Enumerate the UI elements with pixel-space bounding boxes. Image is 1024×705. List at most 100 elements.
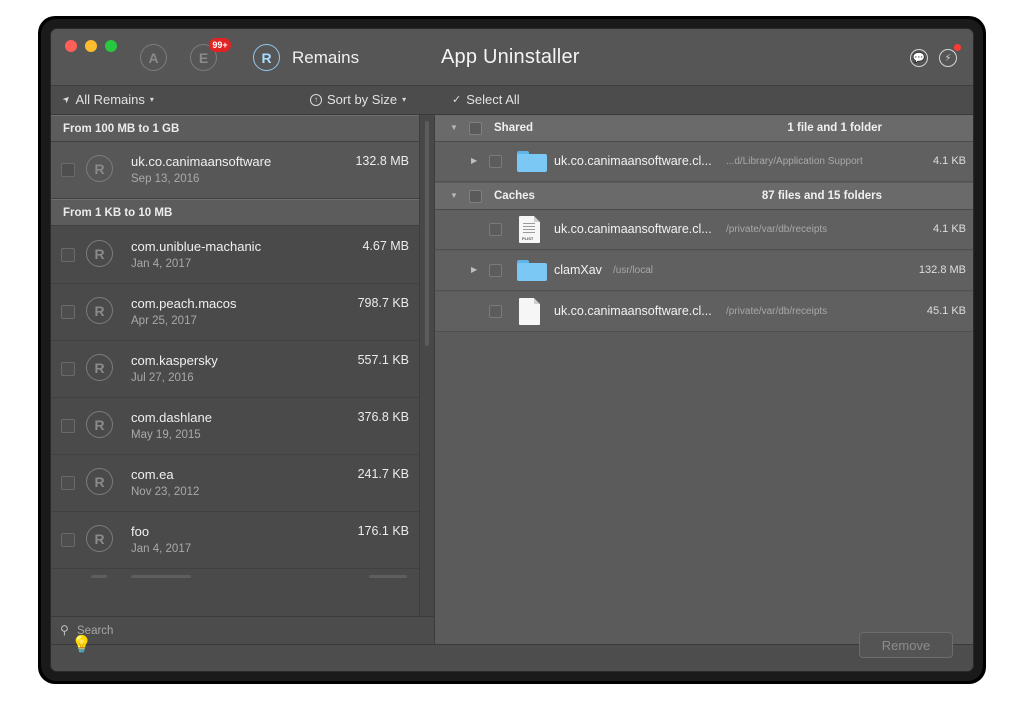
file-name: clamXav: [554, 263, 602, 277]
page-corner: [534, 298, 540, 304]
partial-item-name: [131, 575, 191, 578]
file-row[interactable]: ▶ clamXav /usr/local 132.8 MB: [435, 251, 973, 291]
remains-app-icon: R: [86, 525, 113, 552]
item-checkbox[interactable]: [61, 419, 75, 433]
filter-dropdown[interactable]: ➤ All Remains ▾: [60, 92, 154, 107]
close-window-button[interactable]: [65, 40, 77, 52]
file-checkbox[interactable]: [489, 264, 502, 277]
search-input[interactable]: [77, 622, 417, 639]
list-item[interactable]: R com.ea Nov 23, 2012 241.7 KB: [51, 455, 419, 512]
item-size: 241.7 KB: [357, 467, 409, 481]
remains-app-icon: R: [86, 354, 113, 381]
group-name: Shared: [494, 122, 533, 134]
remains-list: From 100 MB to 1 GB R uk.co.canimaansoft…: [51, 115, 419, 616]
item-name: com.kaspersky: [131, 353, 218, 368]
item-date: Jan 4, 2017: [131, 543, 192, 555]
item-checkbox[interactable]: [61, 533, 75, 547]
list-item[interactable]: R com.uniblue-machanic Jan 4, 2017 4.67 …: [51, 227, 419, 284]
partial-item-size: [369, 575, 407, 578]
list-item[interactable]: R com.dashlane May 19, 2015 376.8 KB: [51, 398, 419, 455]
group-count: 1 file and 1 folder: [787, 122, 882, 134]
lightbulb-icon[interactable]: 💡: [71, 635, 92, 655]
item-checkbox[interactable]: [61, 248, 75, 262]
remove-button[interactable]: Remove: [859, 632, 953, 658]
folder-icon-body: [517, 263, 547, 281]
file-size: 45.1 KB: [926, 305, 966, 317]
applications-tab-icon[interactable]: A: [140, 44, 167, 71]
section-header: From 100 MB to 1 GB: [51, 115, 419, 142]
list-item[interactable]: R com.peach.macos Apr 25, 2017 798.7 KB: [51, 284, 419, 341]
item-date: Apr 25, 2017: [131, 315, 197, 327]
remains-app-icon: R: [86, 297, 113, 324]
folder-icon-body: [517, 154, 547, 172]
folder-icon: [517, 151, 547, 172]
file-row[interactable]: ▶ uk.co.canimaansoftware.cl... ...d/Libr…: [435, 142, 973, 182]
item-checkbox[interactable]: [61, 163, 75, 177]
file-name: uk.co.canimaansoftware.cl...: [554, 154, 712, 168]
window-title: App Uninstaller: [441, 46, 580, 68]
file-checkbox[interactable]: [489, 223, 502, 236]
item-date: Sep 13, 2016: [131, 173, 200, 185]
file-row[interactable]: PLIST uk.co.canimaansoftware.cl... /priv…: [435, 210, 973, 250]
disclosure-down-icon[interactable]: ▼: [450, 123, 458, 132]
section-header: From 1 KB to 10 MB: [51, 199, 419, 226]
remains-app-icon: R: [86, 411, 113, 438]
minimize-window-button[interactable]: [85, 40, 97, 52]
list-item[interactable]: R uk.co.canimaansoftware Sep 13, 2016 13…: [51, 142, 419, 199]
chat-icon[interactable]: 💬: [910, 49, 928, 67]
item-size: 176.1 KB: [357, 524, 409, 538]
item-name: com.uniblue-machanic: [131, 239, 262, 254]
list-item[interactable]: R com.kaspersky Jul 27, 2016 557.1 KB: [51, 341, 419, 398]
scrollbar-thumb[interactable]: [425, 121, 429, 346]
file-size: 132.8 MB: [918, 264, 966, 276]
app-window: A E 99+ R Remains App Uninstaller 💬 ⚡ ➤ …: [51, 29, 973, 671]
remains-app-icon: R: [86, 468, 113, 495]
disclosure-down-icon[interactable]: ▼: [450, 191, 458, 200]
file-checkbox[interactable]: [489, 305, 502, 318]
remains-app-icon: R: [86, 155, 113, 182]
group-checkbox[interactable]: [469, 190, 482, 203]
remains-tab-label[interactable]: Remains: [292, 48, 359, 68]
sort-dropdown[interactable]: ↑ Sort by Size ▾: [310, 92, 406, 107]
search-bar: ⚲: [51, 616, 434, 644]
disclosure-right-icon[interactable]: ▶: [471, 156, 477, 165]
item-date: Jul 27, 2016: [131, 372, 194, 384]
title-bar: A E 99+ R Remains App Uninstaller 💬 ⚡: [51, 29, 973, 86]
file-name: uk.co.canimaansoftware.cl...: [554, 222, 712, 236]
remains-tab-icon[interactable]: R: [253, 44, 280, 71]
item-checkbox[interactable]: [61, 305, 75, 319]
file-path: /private/var/db/receipts: [726, 224, 828, 235]
maximize-window-button[interactable]: [105, 40, 117, 52]
file-checkbox[interactable]: [489, 155, 502, 168]
toolbar: ➤ All Remains ▾ ↑ Sort by Size ▾ ✓ Selec…: [51, 86, 973, 115]
location-arrow-icon: ➤: [60, 92, 73, 106]
feed-icon[interactable]: ⚡: [939, 49, 957, 67]
folder-icon: [517, 260, 547, 281]
item-size: 557.1 KB: [357, 353, 409, 367]
select-all-button[interactable]: ✓ Select All: [452, 92, 520, 107]
plist-file-icon: PLIST: [519, 216, 540, 243]
file-path: /usr/local: [613, 265, 654, 276]
file-name: uk.co.canimaansoftware.cl...: [554, 304, 712, 318]
item-name: foo: [131, 524, 150, 539]
item-checkbox[interactable]: [61, 362, 75, 376]
item-checkbox[interactable]: [61, 476, 75, 490]
empty-area: [435, 363, 973, 644]
list-item[interactable]: R foo Jan 4, 2017 176.1 KB: [51, 512, 419, 569]
group-checkbox[interactable]: [469, 122, 482, 135]
list-scrollbar[interactable]: [419, 115, 434, 616]
group-header-shared[interactable]: ▼ Shared 1 file and 1 folder: [435, 115, 973, 142]
chevron-down-icon: ▾: [402, 95, 407, 104]
partial-list-item: [51, 571, 419, 581]
disclosure-right-icon[interactable]: ▶: [471, 265, 477, 274]
remains-app-icon: R: [86, 240, 113, 267]
item-date: Nov 23, 2012: [131, 486, 200, 498]
item-name: com.dashlane: [131, 410, 212, 425]
item-name: com.ea: [131, 467, 174, 482]
file-size: 4.1 KB: [932, 223, 966, 235]
file-details-pane: ▼ Shared 1 file and 1 folder ▶ uk.co.can…: [434, 115, 973, 644]
notification-dot: [954, 44, 961, 51]
file-row[interactable]: uk.co.canimaansoftware.cl... /private/va…: [435, 292, 973, 332]
sort-label: Sort by Size: [327, 92, 398, 107]
group-header-caches[interactable]: ▼ Caches 87 files and 15 folders: [435, 183, 973, 210]
